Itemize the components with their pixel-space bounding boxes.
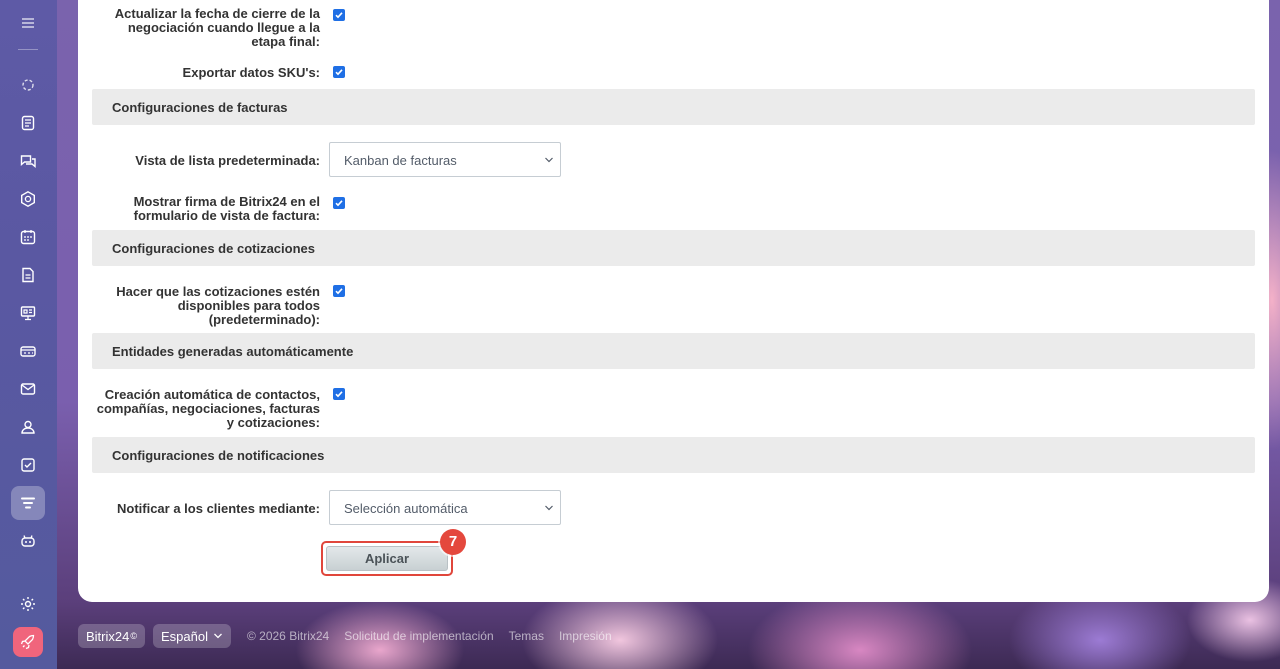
tasks-icon[interactable] [11,448,45,482]
chevron-down-icon [545,157,553,163]
signature-checkbox[interactable] [333,197,345,209]
apply-button[interactable]: Aplicar [326,546,448,571]
check-icon [335,12,343,19]
close-date-checkbox[interactable] [333,9,345,21]
sidebar-divider [18,49,38,50]
menu-icon[interactable] [11,6,45,40]
language-selector[interactable]: Español [153,624,231,648]
signature-label: Mostrar firma de Bitrix24 en el formular… [133,194,320,223]
quotes-available-checkbox[interactable] [333,285,345,297]
check-icon [335,391,343,398]
feed-icon[interactable] [11,68,45,102]
robot-icon[interactable] [11,524,45,558]
select-value: Kanban de facturas [344,153,457,168]
apply-highlight: Aplicar [321,541,453,576]
rocket-icon[interactable] [13,627,43,657]
auto-create-label: Creación automática de contactos, compañ… [96,387,320,430]
file-icon[interactable] [11,258,45,292]
mail-icon[interactable] [11,372,45,406]
select-value: Selección automática [344,501,468,516]
notify-select[interactable]: Selección automática [329,490,561,525]
footer-link-themes[interactable]: Temas [509,629,544,643]
chevron-down-icon [545,505,553,511]
export-sku-checkbox[interactable] [333,66,345,78]
card-icon[interactable] [11,334,45,368]
auto-create-checkbox[interactable] [333,388,345,400]
check-icon [335,69,343,76]
settings-panel: Actualizar la fecha de cierre de la nego… [78,0,1269,602]
hexagon-icon[interactable] [11,182,45,216]
notifications-section-header: Configuraciones de notificaciones [92,437,1255,473]
export-sku-label: Exportar datos SKU's: [182,65,320,80]
footer-link-print[interactable]: Impresión [559,629,612,643]
contacts-icon[interactable] [11,410,45,444]
invoice-section-header: Configuraciones de facturas [92,89,1255,125]
settings-icon[interactable] [11,587,45,621]
check-icon [335,288,343,295]
section-title: Entidades generadas automáticamente [112,344,354,359]
chevron-down-icon [214,633,222,639]
notify-label: Notificar a los clientes mediante: [116,501,320,516]
default-list-view-select[interactable]: Kanban de facturas [329,142,561,177]
step-badge: 7 [440,529,466,555]
calendar-icon[interactable] [11,220,45,254]
chat-icon[interactable] [11,144,45,178]
footer-link-implementation[interactable]: Solicitud de implementación [344,629,493,643]
presentation-icon[interactable] [11,296,45,330]
close-date-label: Actualizar la fecha de cierre de la nego… [114,6,320,49]
crm-filter-icon[interactable] [11,486,45,520]
section-title: Configuraciones de facturas [112,100,288,115]
footer: Bitrix24 © Español © 2026 Bitrix24 Solici… [78,623,619,649]
quotes-available-label: Hacer que las cotizaciones estén disponi… [116,284,320,327]
check-icon [335,200,343,207]
default-list-view-label: Vista de lista predeterminada: [135,153,320,168]
auto-entities-section-header: Entidades generadas automáticamente [92,333,1255,369]
section-title: Configuraciones de cotizaciones [112,241,315,256]
left-sidebar [0,0,57,669]
document-icon[interactable] [11,106,45,140]
brand-button[interactable]: Bitrix24 © [78,624,145,648]
footer-copyright: © 2026 Bitrix24 [246,629,330,643]
section-title: Configuraciones de notificaciones [112,448,325,463]
quotes-section-header: Configuraciones de cotizaciones [92,230,1255,266]
